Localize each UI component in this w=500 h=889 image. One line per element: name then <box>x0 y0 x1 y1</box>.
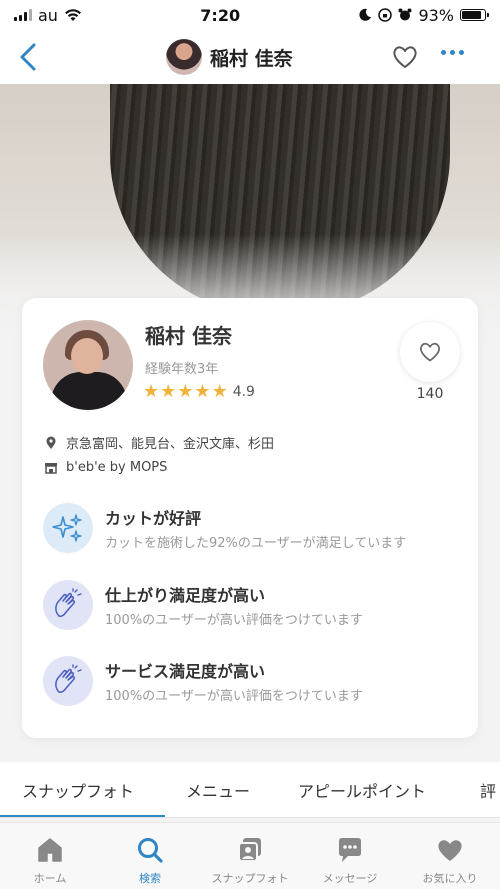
status-time: 7:20 <box>200 5 241 25</box>
salon-name: b'eb'e by MOPS <box>66 460 168 475</box>
nav-home[interactable]: ホーム <box>0 835 100 886</box>
alarm-icon <box>398 8 412 21</box>
tab-reviews[interactable]: 評 <box>480 778 496 802</box>
star-icon: ★ <box>160 381 177 402</box>
station-row: 京急富岡、能見台、金沢文庫、杉田 <box>44 433 274 452</box>
battery-percent: 93% <box>418 5 454 25</box>
star-icon: ★ <box>211 381 228 402</box>
nav-favorites[interactable]: お気に入り <box>400 835 500 886</box>
nav-snapphoto[interactable]: スナップフォト <box>200 835 300 886</box>
nav-avatar <box>166 39 202 75</box>
star-icon: ★ <box>177 381 194 402</box>
photo-icon <box>238 838 261 862</box>
favorite-heart-icon[interactable] <box>390 42 420 72</box>
feature-finish: 仕上がり満足度が高い 100%のユーザーが高い評価をつけています <box>43 580 463 632</box>
nav-title-group: 稲村 佳奈 <box>166 39 293 75</box>
heart-icon <box>438 840 462 861</box>
page-title: 稲村 佳奈 <box>210 47 293 70</box>
feature-title: カットが好評 <box>105 509 202 528</box>
favorite-count: 140 <box>416 386 444 402</box>
status-bar: au 7:20 93% <box>0 0 500 30</box>
feature-description: 100%のユーザーが高い評価をつけています <box>105 689 363 704</box>
content-tabs: スナップフォト メニュー アピールポイント 評 <box>0 762 500 818</box>
feature-cut: カットが好評 カットを施術した92%のユーザーが満足しています <box>43 503 463 555</box>
sparkle-icon <box>43 503 93 553</box>
rating-value: 4.9 <box>232 384 255 400</box>
carrier-label: au <box>38 5 58 25</box>
heart-icon <box>420 342 440 362</box>
clapping-hands-icon <box>43 656 93 706</box>
nav-messages[interactable]: メッセージ <box>300 835 400 886</box>
stylist-avatar <box>43 320 133 410</box>
location-pin-icon <box>46 436 56 449</box>
feature-description: カットを施術した92%のユーザーが満足しています <box>105 536 407 551</box>
feature-description: 100%のユーザーが高い評価をつけています <box>105 613 363 628</box>
wifi-icon <box>64 9 81 21</box>
moon-icon <box>359 8 372 21</box>
more-options-icon[interactable] <box>441 50 464 55</box>
search-icon <box>138 838 163 863</box>
feature-service: サービス満足度が高い 100%のユーザーが高い評価をつけています <box>43 656 463 708</box>
star-icon: ★ <box>143 381 160 402</box>
battery-icon <box>460 9 489 21</box>
stylist-name: 稲村 佳奈 <box>145 324 232 348</box>
nav-bar: 稲村 佳奈 <box>0 30 500 84</box>
tab-appeal-points[interactable]: アピールポイント <box>298 778 426 802</box>
station-list: 京急富岡、能見台、金沢文庫、杉田 <box>66 437 275 452</box>
rating: ★ ★ ★ ★ ★ 4.9 <box>143 382 255 402</box>
message-icon <box>339 838 361 862</box>
favorite-button[interactable] <box>400 322 460 382</box>
stylist-profile-card: 稲村 佳奈 経験年数3年 ★ ★ ★ ★ ★ 4.9 140 京急富岡、能見台、… <box>22 298 478 738</box>
bottom-navigation: ホーム 検索 スナップフォト メッセージ お気に入り <box>0 822 500 889</box>
salon-row[interactable]: b'eb'e by MOPS <box>44 460 167 475</box>
star-icon: ★ <box>194 381 211 402</box>
tab-menu[interactable]: メニュー <box>186 778 250 802</box>
clapping-hands-icon <box>43 580 93 630</box>
signal-icon <box>14 9 32 21</box>
feature-title: サービス満足度が高い <box>105 662 266 681</box>
active-tab-indicator <box>0 815 165 817</box>
tab-snapphoto[interactable]: スナップフォト <box>22 778 134 802</box>
feature-title: 仕上がり満足度が高い <box>105 586 266 605</box>
lock-rotation-icon <box>378 8 393 22</box>
shop-icon <box>45 462 57 474</box>
home-icon <box>38 838 62 862</box>
back-chevron-icon[interactable] <box>16 42 42 72</box>
nav-search[interactable]: 検索 <box>100 835 200 886</box>
experience-years: 経験年数3年 <box>145 362 219 377</box>
